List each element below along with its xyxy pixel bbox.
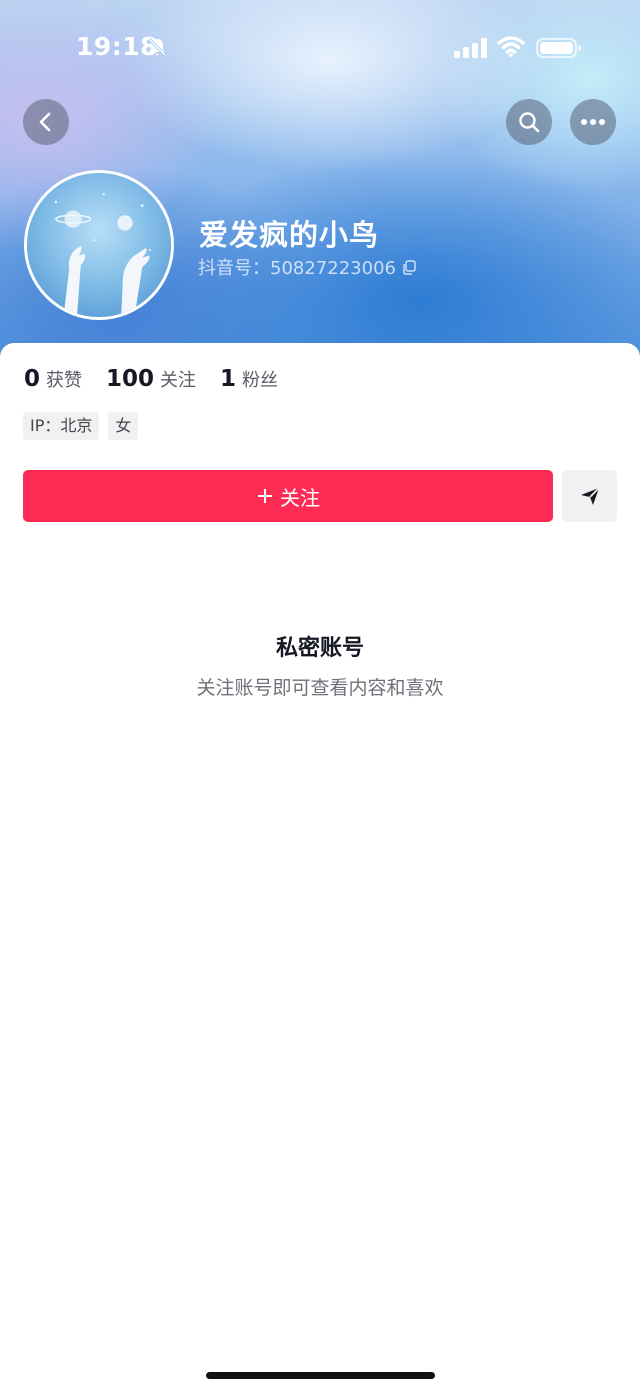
stat-followers[interactable]: 1 粉丝 [220, 366, 278, 392]
private-account-subtitle: 关注账号即可查看内容和喜欢 [196, 677, 444, 699]
bell-mute-icon [147, 37, 167, 57]
send-icon [580, 487, 600, 505]
douyin-id-text: 抖音号：50827223006 [198, 258, 396, 279]
plus-icon [258, 489, 272, 503]
profile-tags: IP：北京 女 [23, 412, 147, 440]
avatar[interactable] [24, 170, 174, 320]
username: 爱发疯的小鸟 [199, 218, 380, 252]
douyin-id: 抖音号：50827223006 [198, 254, 417, 280]
follow-button-label: 关注 [280, 485, 320, 510]
stat-likes-value: 0 [24, 366, 41, 392]
tag-ip-location: IP：北京 [23, 412, 100, 440]
search-button[interactable] [506, 99, 552, 145]
tag-gender: 女 [108, 412, 139, 440]
private-account-title: 私密账号 [275, 636, 364, 661]
wifi-icon [497, 36, 525, 57]
home-indicator[interactable] [206, 1372, 435, 1379]
signal-icon [454, 38, 487, 58]
stat-followers-value: 1 [220, 366, 237, 392]
stat-followers-label: 粉丝 [242, 370, 279, 391]
stat-likes-label: 获赞 [46, 370, 83, 391]
more-icon [581, 119, 605, 125]
stat-following-label: 关注 [160, 370, 197, 391]
back-arrow-icon [39, 112, 51, 132]
avatar-image [27, 173, 171, 317]
stat-likes[interactable]: 0 获赞 [24, 366, 82, 392]
copy-icon[interactable] [402, 259, 417, 275]
stat-following[interactable]: 100 关注 [106, 366, 196, 392]
search-icon [519, 112, 540, 133]
stat-following-value: 100 [106, 366, 155, 392]
message-button[interactable] [562, 470, 617, 522]
profile-page: 19:18 爱发疯的小鸟 抖音号：50827223006 0 获赞 100 关注… [0, 0, 640, 1391]
back-button[interactable] [23, 99, 69, 145]
more-button[interactable] [570, 99, 616, 145]
stats-row: 0 获赞 100 关注 1 粉丝 [24, 366, 302, 392]
battery-icon [536, 38, 581, 58]
follow-button[interactable]: 关注 [23, 470, 553, 522]
